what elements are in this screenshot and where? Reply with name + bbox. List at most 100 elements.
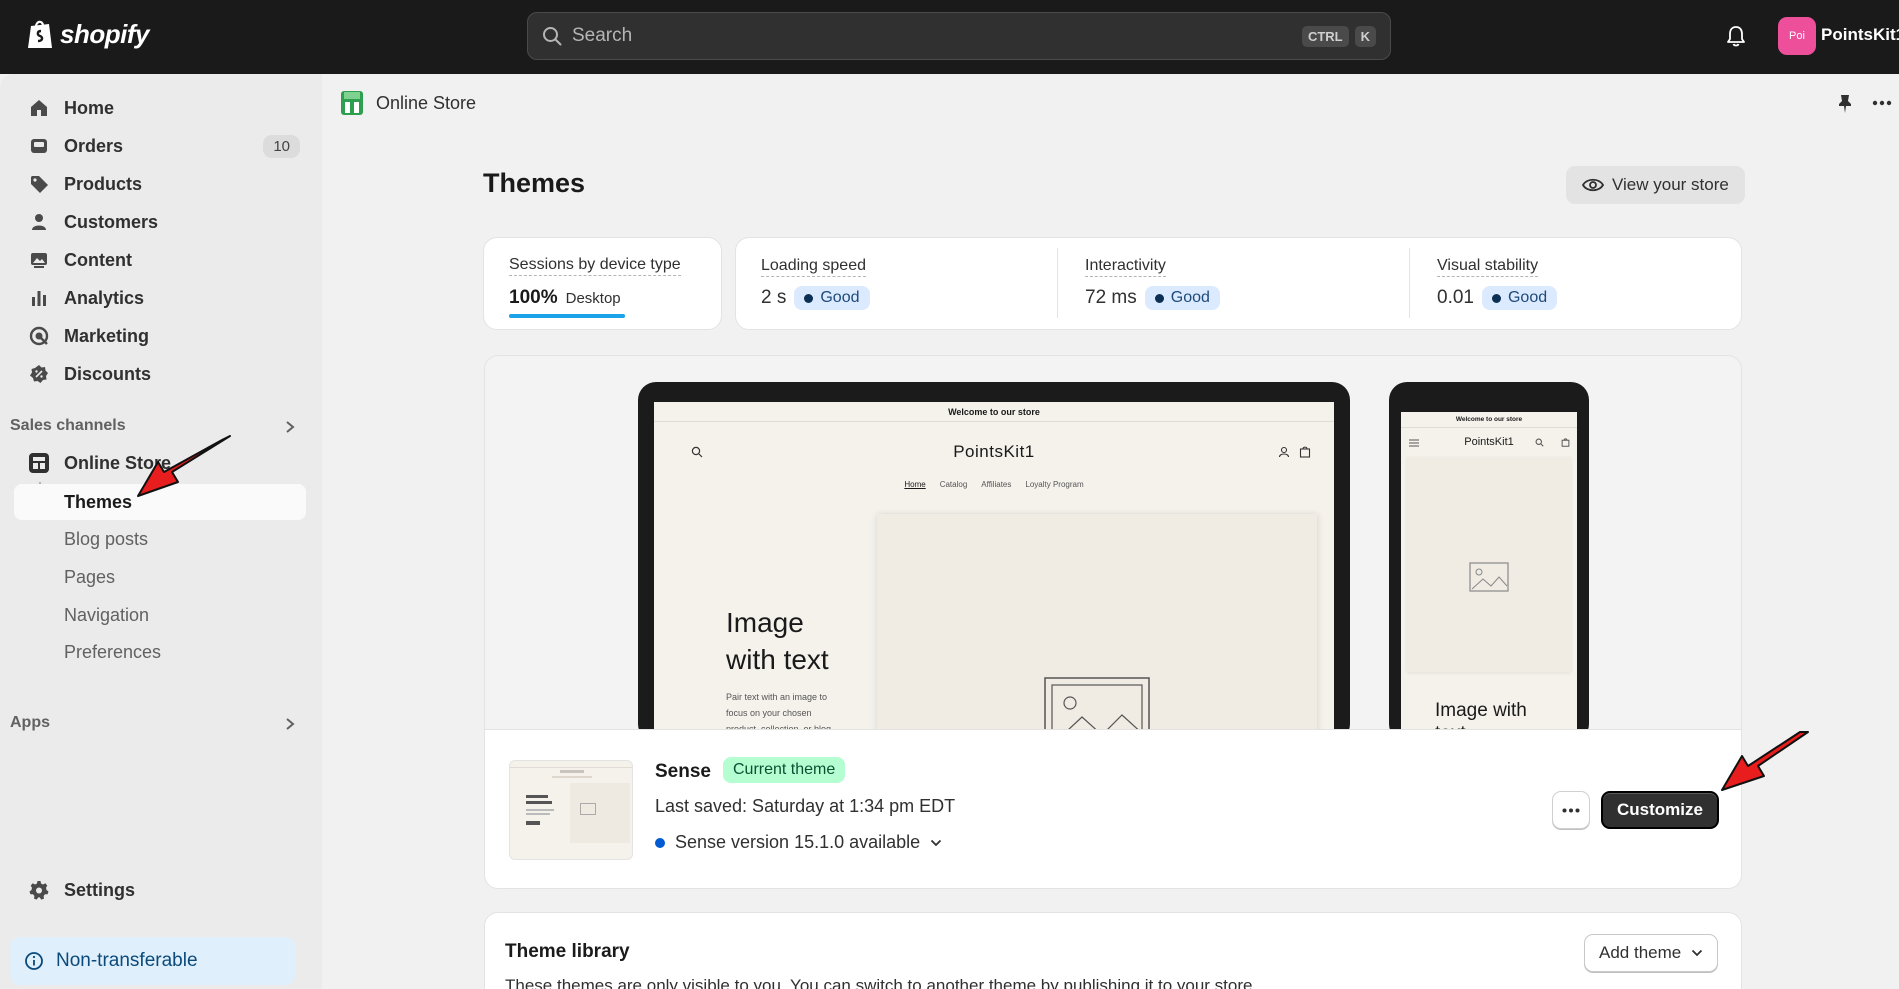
theme-name: Sense <box>655 761 711 782</box>
non-transferable-label: Non-transferable <box>56 950 198 971</box>
preview-heading-line: with text <box>726 644 829 675</box>
sidebar-item-discounts[interactable]: Discounts <box>14 356 306 392</box>
store-name[interactable]: PointsKit1 <box>1821 25 1899 45</box>
sidebar-item-preferences[interactable]: Preferences <box>14 634 306 670</box>
sessions-device: Desktop <box>565 290 621 307</box>
desktop-preview-frame: Welcome to our store PointsKit1 Home Cat… <box>638 382 1350 730</box>
sidebar-item-products[interactable]: Products <box>14 166 306 202</box>
theme-library-description: These themes are only visible to you. Yo… <box>505 976 1258 989</box>
bar-chart-icon <box>28 287 50 309</box>
metric-label: Loading speed <box>761 257 866 277</box>
metric-label: Interactivity <box>1085 257 1166 277</box>
breadcrumb-online-store[interactable]: Online Store <box>376 93 476 114</box>
theme-thumbnail <box>509 760 633 860</box>
sessions-card[interactable]: Sessions by device type 100% Desktop <box>483 237 722 330</box>
more-actions-icon[interactable] <box>1872 100 1892 106</box>
sidebar-item-pages[interactable]: Pages <box>14 559 306 595</box>
current-theme-card: Sense Current theme Last saved: Saturday… <box>484 729 1742 889</box>
annotation-arrow-icon <box>137 435 231 497</box>
preview-cart-icon <box>1299 446 1311 458</box>
customize-button[interactable]: Customize <box>1601 791 1719 829</box>
search-bar[interactable]: Search CTRL K <box>527 12 1391 60</box>
chevron-right-icon[interactable] <box>284 420 296 434</box>
sidebar-item-marketing[interactable]: Marketing <box>14 318 306 354</box>
sidebar-item-label: Content <box>64 249 132 270</box>
more-horizontal-icon <box>1562 808 1580 812</box>
preview-heading: Image with text <box>726 604 829 678</box>
apps-heading[interactable]: Apps <box>10 714 50 732</box>
store-avatar[interactable]: Poi <box>1778 17 1816 55</box>
chevron-down-icon <box>931 839 942 846</box>
divider <box>1057 248 1058 318</box>
mobile-store-logo: PointsKit1 <box>1464 436 1514 448</box>
sidebar-item-blog-posts[interactable]: Blog posts <box>14 521 306 557</box>
version-notice[interactable]: Sense version 15.1.0 available <box>655 832 942 853</box>
theme-preview[interactable]: Welcome to our store PointsKit1 Home Cat… <box>484 355 1742 730</box>
add-theme-label: Add theme <box>1599 943 1682 962</box>
search-placeholder: Search <box>572 25 633 46</box>
sessions-bar-fill <box>509 314 625 318</box>
sidebar-item-navigation[interactable]: Navigation <box>14 597 306 633</box>
metric-value: 72 ms <box>1085 287 1137 308</box>
sidebar-item-label: Home <box>64 97 115 118</box>
sidebar-item-home[interactable]: Home <box>14 90 306 126</box>
version-notice-label: Sense version 15.1.0 available <box>675 832 921 852</box>
chevron-right-icon[interactable] <box>284 717 296 731</box>
theme-library-title: Theme library <box>505 941 630 962</box>
sidebar-item-content[interactable]: Content <box>14 242 306 278</box>
mobile-search-icon <box>1535 438 1544 447</box>
sales-channels-heading[interactable]: Sales channels <box>10 417 126 435</box>
search-icon <box>543 27 562 46</box>
metric-visual-stability[interactable]: Visual stability 0.01 Good <box>1437 257 1558 310</box>
sidebar-item-customers[interactable]: Customers <box>14 204 306 240</box>
discount-icon <box>28 363 50 385</box>
target-icon <box>28 325 50 347</box>
sidebar-item-label: Analytics <box>64 287 145 308</box>
shortcut-key-ctrl: CTRL <box>1301 25 1349 47</box>
shopify-logo[interactable]: shopify <box>26 18 149 50</box>
home-icon <box>28 97 50 119</box>
metric-interactivity[interactable]: Interactivity 72 ms Good <box>1085 257 1220 310</box>
add-theme-button[interactable]: Add theme <box>1584 934 1719 972</box>
gear-icon <box>28 879 50 901</box>
top-bar: shopify Search CTRL K Poi PointsKit1 <box>0 0 1899 74</box>
image-icon <box>28 249 50 271</box>
sidebar-item-label: Products <box>64 173 143 194</box>
orders-icon <box>28 135 50 157</box>
metric-label: Visual stability <box>1437 257 1539 277</box>
sidebar: Home Orders 10 Products Customers Conten… <box>0 74 322 989</box>
mobile-heading-line: Image with <box>1435 700 1527 721</box>
notifications-bell-icon[interactable] <box>1725 24 1747 48</box>
mobile-preview-screen: Welcome to our store PointsKit1 Image wi… <box>1401 412 1577 730</box>
sidebar-item-settings[interactable]: Settings <box>14 872 306 908</box>
sidebar-item-label: Marketing <box>64 325 150 346</box>
preview-body: Pair text with an image to focus on your… <box>726 689 831 730</box>
mobile-heading: Image with text <box>1435 699 1527 730</box>
status-badge: Good <box>1144 286 1220 310</box>
sidebar-item-orders[interactable]: Orders 10 <box>14 128 306 164</box>
preview-account-icon <box>1278 446 1290 458</box>
preview-menu-item: Affiliates <box>981 480 1012 489</box>
breadcrumb: Online Store <box>340 90 476 116</box>
preview-image-placeholder-icon <box>1044 677 1150 730</box>
info-icon <box>25 952 43 970</box>
shopify-bag-icon <box>28 20 52 48</box>
divider <box>485 729 1741 730</box>
mobile-cart-icon <box>1561 438 1570 447</box>
theme-actions-button[interactable] <box>1552 791 1590 829</box>
preview-menu-item: Home <box>904 480 926 489</box>
shopify-wordmark: shopify <box>60 18 149 49</box>
metric-value: 0.01 <box>1437 287 1474 308</box>
sidebar-item-label: Settings <box>64 879 136 900</box>
non-transferable-banner[interactable]: Non-transferable <box>10 937 295 985</box>
view-store-button[interactable]: View your store <box>1566 166 1745 204</box>
metric-loading-speed[interactable]: Loading speed 2 s Good <box>761 257 870 310</box>
desktop-preview-screen: Welcome to our store PointsKit1 Home Cat… <box>654 402 1334 730</box>
sidebar-item-label: Orders <box>64 135 124 156</box>
mobile-announcement: Welcome to our store <box>1401 412 1577 428</box>
sidebar-item-analytics[interactable]: Analytics <box>14 280 306 316</box>
sessions-label: Sessions by device type <box>509 256 681 276</box>
pin-icon[interactable] <box>1836 94 1854 114</box>
sidebar-item-label: Discounts <box>64 363 152 384</box>
tag-icon <box>28 173 50 195</box>
